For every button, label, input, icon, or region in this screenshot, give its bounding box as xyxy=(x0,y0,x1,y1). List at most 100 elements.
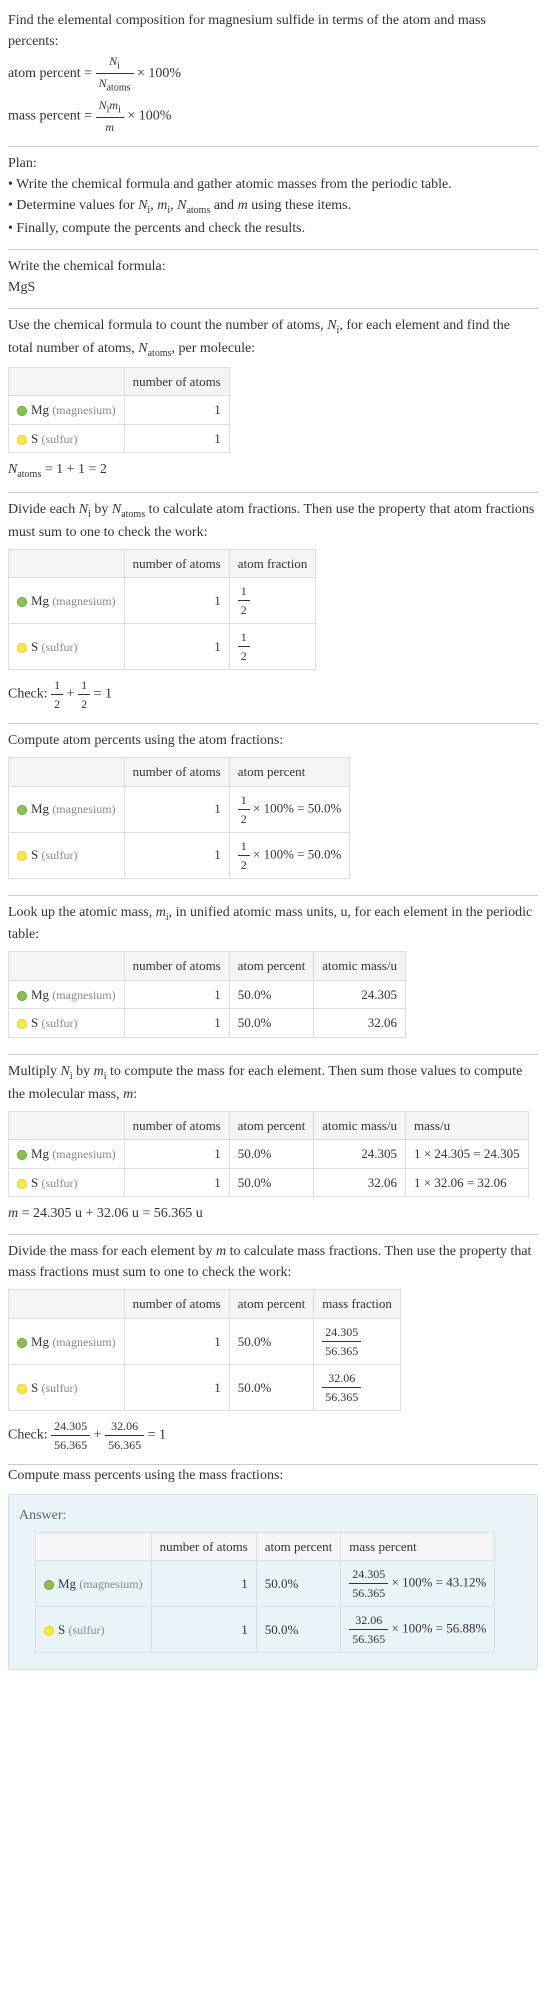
intro-section: Find the elemental composition for magne… xyxy=(8,4,538,147)
cf-formula: MgS xyxy=(8,277,538,298)
table-row: number of atomsatom percentatomic mass/u… xyxy=(9,1111,529,1140)
mg-dot-icon xyxy=(17,991,27,1001)
mg-name: (magnesium) xyxy=(52,594,115,608)
mg-name: (magnesium) xyxy=(52,802,115,816)
table-row: S (sulfur)1 xyxy=(9,424,230,453)
s-sym: S xyxy=(31,847,38,862)
mm-tot-m: m xyxy=(8,1206,18,1221)
mass-percent-formula: mass percent = Nimi m × 100% xyxy=(8,96,538,136)
chk-a: Check: xyxy=(8,687,51,702)
s-fn: 32.06 xyxy=(322,1369,361,1388)
final-table: number of atomsatom percentmass percent … xyxy=(35,1532,495,1654)
mg-name: (magnesium) xyxy=(52,988,115,1002)
mm-ni: N xyxy=(61,1064,70,1079)
ap-n: N xyxy=(109,54,117,68)
mg-dot-icon xyxy=(17,805,27,815)
s-pct: 12 × 100% = 50.0% xyxy=(229,832,350,878)
col-natoms: number of atoms xyxy=(124,1290,229,1319)
col-amass: atomic mass/u xyxy=(314,1111,406,1140)
answer-box: Answer: number of atomsatom percentmass … xyxy=(8,1494,538,1671)
mg-n: 1 xyxy=(151,1561,256,1607)
s-sym: S xyxy=(31,1015,38,1030)
c2d: 2 xyxy=(78,695,90,713)
chk-eq: = 1 xyxy=(144,1427,166,1442)
mg-r: × 100% = 50.0% xyxy=(250,800,342,815)
afrac-text: Divide each Ni by Natoms to calculate at… xyxy=(8,499,538,543)
mfrac-text: Divide the mass for each element by m to… xyxy=(8,1241,538,1283)
col-apct: atom percent xyxy=(256,1532,341,1561)
s-sym: S xyxy=(31,1380,38,1395)
plan-b2-m: m xyxy=(238,198,248,213)
s-fn: 1 xyxy=(238,837,250,856)
ct-n: N xyxy=(8,462,17,477)
s-dot-icon xyxy=(17,1384,27,1394)
plan-b2: • Determine values for Ni, mi, Natoms an… xyxy=(8,195,538,218)
mg-sym: Mg xyxy=(31,801,49,816)
s-p: 50.0% xyxy=(229,1364,314,1410)
s-name: (sulfur) xyxy=(41,1176,77,1190)
col-amass: atomic mass/u xyxy=(314,952,406,981)
mg-cell: Mg (magnesium) xyxy=(9,396,125,425)
table-row: Mg (magnesium)112 xyxy=(9,578,316,624)
s-name: (sulfur) xyxy=(41,432,77,446)
col-natoms: number of atoms xyxy=(124,1111,229,1140)
s-dot-icon xyxy=(17,435,27,445)
s-fd: 2 xyxy=(238,647,250,665)
count-section: Use the chemical formula to count the nu… xyxy=(8,309,538,493)
s-mfrac: 32.0656.365 xyxy=(314,1364,401,1410)
mp-rhs: × 100% xyxy=(127,108,171,123)
mm-m: m xyxy=(123,1087,133,1102)
af-atoms: atoms xyxy=(121,509,145,520)
s-dot-icon xyxy=(44,1626,54,1636)
mg-sym: Mg xyxy=(31,593,49,608)
c2n: 1 xyxy=(78,676,90,695)
plan-b2-atoms: atoms xyxy=(186,205,210,216)
s-name: (sulfur) xyxy=(41,848,77,862)
s-dot-icon xyxy=(17,1179,27,1189)
s-n: 1 xyxy=(124,1009,229,1038)
s-mpct: 32.0656.365 × 100% = 56.88% xyxy=(341,1607,495,1653)
mg-frac: 12 xyxy=(229,578,316,624)
mg-m: 24.305 xyxy=(314,980,406,1009)
table-row: number of atomsatom percent xyxy=(9,758,350,787)
s-frac: 12 xyxy=(229,624,316,670)
molmass-table: number of atomsatom percentatomic mass/u… xyxy=(8,1111,529,1198)
col-apct: atom percent xyxy=(229,1111,314,1140)
mm-mi: m xyxy=(94,1064,104,1079)
table-row: Mg (magnesium)150.0%24.30556.365 × 100% … xyxy=(36,1561,495,1607)
c1d: 2 xyxy=(51,695,63,713)
table-row: Mg (magnesium) 150.0%24.305 xyxy=(9,980,406,1009)
table-row: S (sulfur)150.0%32.0656.365 × 100% = 56.… xyxy=(36,1607,495,1653)
mg-fd: 2 xyxy=(238,601,250,619)
s-dot-icon xyxy=(17,643,27,653)
table-row: S (sulfur)150.0%32.061 × 32.06 = 32.06 xyxy=(9,1168,529,1197)
mg-name: (magnesium) xyxy=(52,1335,115,1349)
ct-atoms: atoms xyxy=(17,469,41,480)
mg-sym: Mg xyxy=(58,1576,76,1591)
mfrac-check: Check: 24.30556.365 + 32.0656.365 = 1 xyxy=(8,1417,538,1454)
mg-p: 50.0% xyxy=(256,1561,341,1607)
molmass-total: m = 24.305 u + 32.06 u = 56.365 u xyxy=(8,1203,538,1224)
mg-dot-icon xyxy=(17,1338,27,1348)
answer-label: Answer: xyxy=(19,1505,527,1526)
c1n: 1 xyxy=(51,676,63,695)
afrac-section: Divide each Ni by Natoms to calculate at… xyxy=(8,493,538,724)
mg-n: 1 xyxy=(124,980,229,1009)
count-c: , per molecule: xyxy=(172,341,256,356)
intro-text: Find the elemental composition for magne… xyxy=(8,10,538,52)
count-text: Use the chemical formula to count the nu… xyxy=(8,315,538,361)
mp-frac: Nimi m xyxy=(96,96,124,136)
mg-p: 50.0% xyxy=(229,980,314,1009)
s-fd: 2 xyxy=(238,856,250,874)
s-fn: 1 xyxy=(238,628,250,647)
mg-mfrac: 24.30556.365 xyxy=(314,1318,401,1364)
mg-fn: 24.305 xyxy=(322,1323,361,1342)
mm-d: : xyxy=(133,1087,137,1102)
mg-sym: Mg xyxy=(31,1334,49,1349)
mg-sym: Mg xyxy=(31,987,49,1002)
count-ni: N xyxy=(327,318,336,333)
mg-pct: 12 × 100% = 50.0% xyxy=(229,786,350,832)
col-natoms: number of atoms xyxy=(124,549,229,578)
s-sym: S xyxy=(31,1175,38,1190)
s-n: 1 xyxy=(124,1364,229,1410)
